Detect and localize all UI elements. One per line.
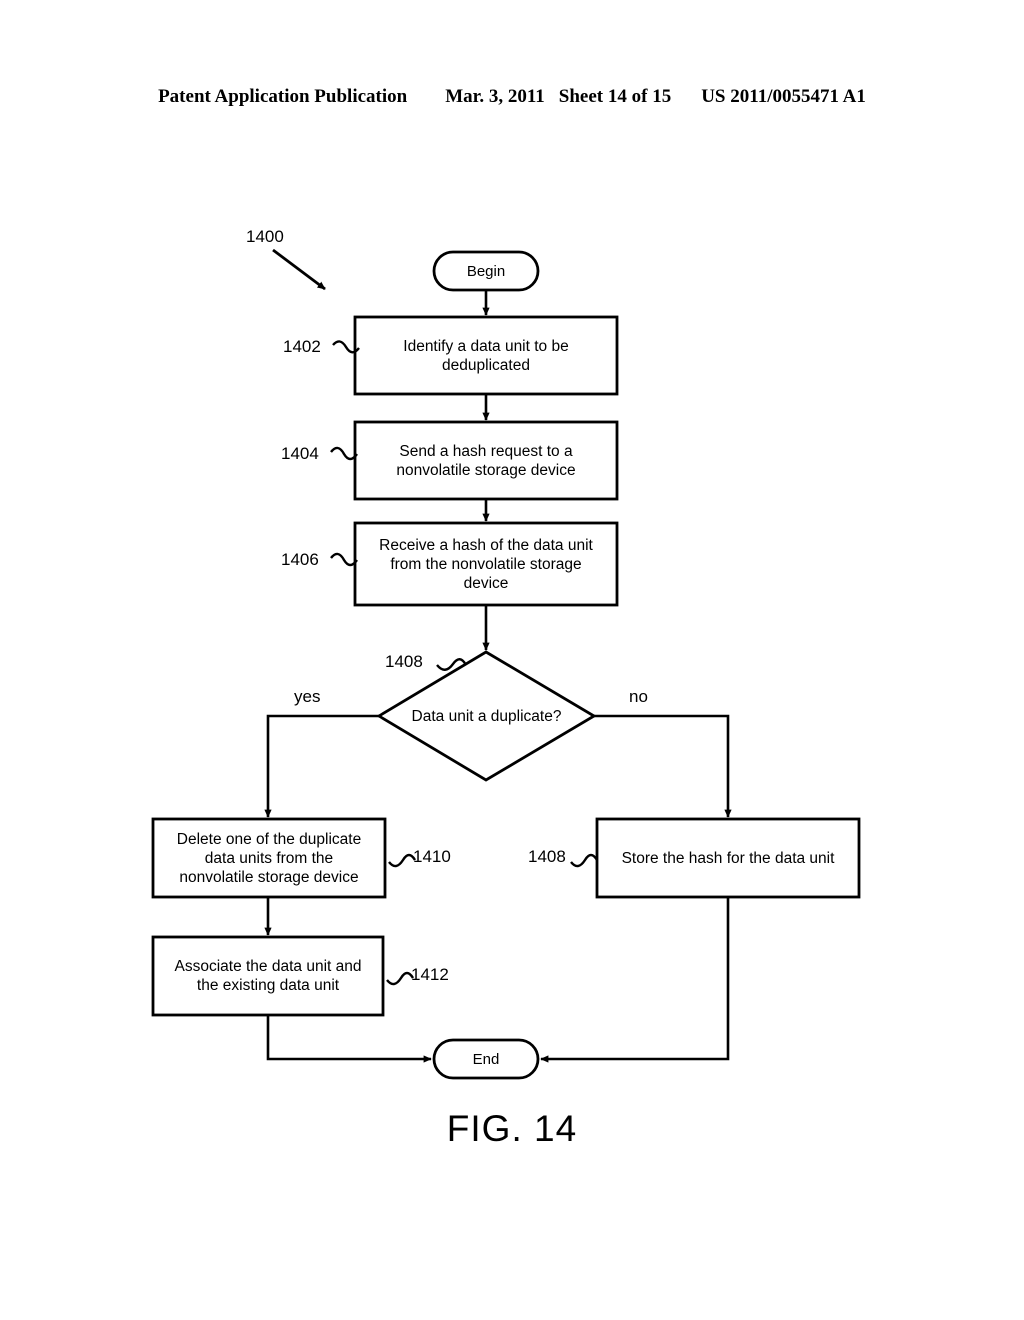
shape-1408b — [595, 817, 861, 899]
leader-1412 — [386, 971, 415, 986]
ref-label-1406: 1406 — [281, 550, 319, 569]
shape-1404 — [353, 420, 619, 501]
shape-1412 — [151, 935, 385, 1017]
edge-1412-end — [266, 1015, 432, 1063]
leader-1410 — [388, 853, 417, 868]
ref-label-1404: 1404 — [281, 444, 319, 463]
branch-label-no: no — [629, 687, 648, 706]
edge-no-1408b — [594, 714, 732, 818]
ref-arrow-1400 — [272, 248, 326, 291]
shape-1402 — [353, 315, 619, 396]
edge-yes-1410 — [264, 714, 379, 818]
edge-1408b-end — [540, 897, 730, 1063]
shape-1410 — [151, 817, 387, 899]
ref-label-1410: 1410 — [413, 847, 451, 866]
ref-label-1408-decision: 1408 — [385, 652, 423, 671]
ref-label-1408b: 1408 — [528, 847, 566, 866]
ref-label-1412: 1412 — [411, 965, 449, 984]
branch-label-yes: yes — [294, 687, 321, 706]
shape-end — [432, 1038, 540, 1080]
leader-1404 — [330, 446, 358, 461]
leader-1406 — [330, 552, 358, 567]
ref-label-1400: 1400 — [246, 227, 284, 246]
leader-1408b — [570, 853, 599, 868]
figure-caption: FIG. 14 — [446, 1108, 578, 1149]
shape-1406 — [353, 521, 619, 607]
shape-begin — [432, 250, 540, 292]
ref-label-1402: 1402 — [283, 337, 321, 356]
